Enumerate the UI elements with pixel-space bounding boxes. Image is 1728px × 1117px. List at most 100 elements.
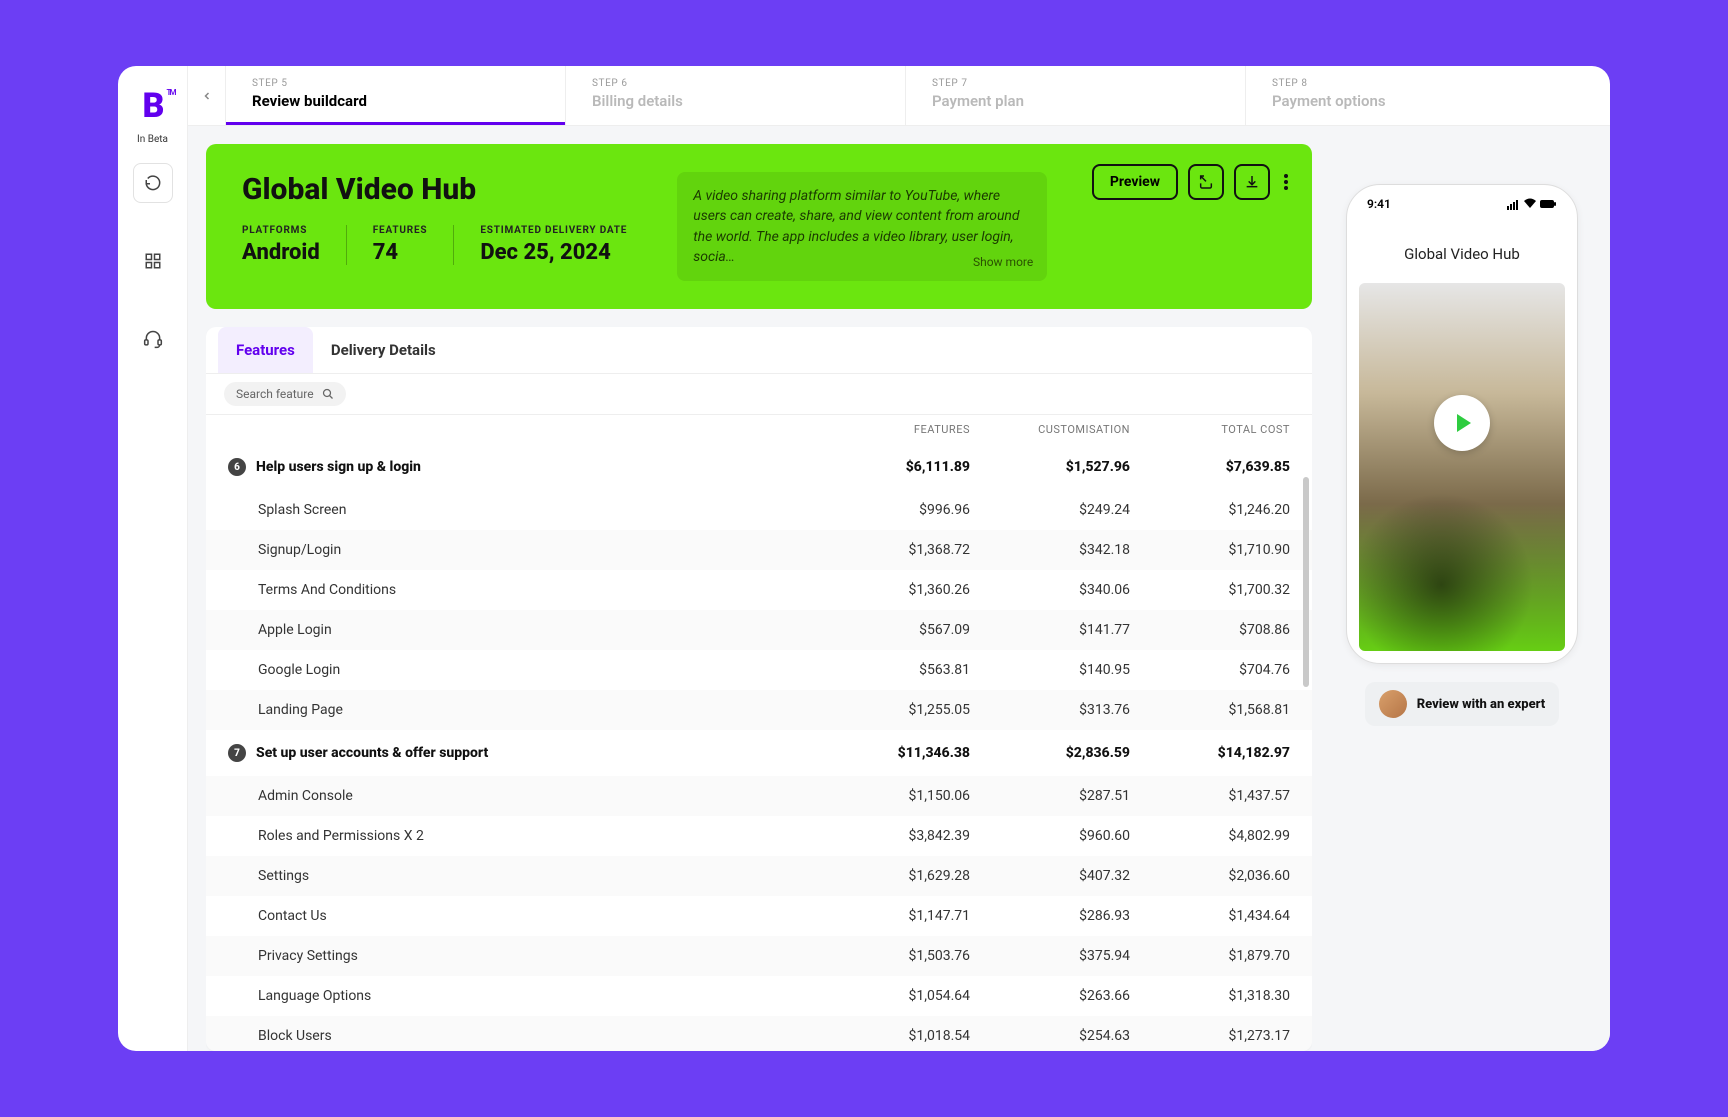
- table-row[interactable]: Google Login $563.81 $140.95 $704.76: [206, 650, 1312, 690]
- row-features: $996.96: [810, 502, 970, 518]
- col-customisation: CUSTOMISATION: [970, 423, 1130, 436]
- group-features-total: $11,346.38: [810, 745, 970, 761]
- table-row[interactable]: Privacy Settings $1,503.76 $375.94 $1,87…: [206, 936, 1312, 976]
- step-review-buildcard[interactable]: STEP 5 Review buildcard: [226, 66, 566, 125]
- row-name: Contact Us: [258, 908, 810, 924]
- tab-delivery-details[interactable]: Delivery Details: [313, 327, 454, 373]
- table-row[interactable]: Roles and Permissions X 2 $3,842.39 $960…: [206, 816, 1312, 856]
- table-header: FEATURES CUSTOMISATION TOTAL COST: [206, 414, 1312, 444]
- step-title: Payment options: [1272, 92, 1560, 110]
- features-panel: Features Delivery Details Search feature…: [206, 327, 1312, 1051]
- phone-status-icons: [1507, 198, 1557, 210]
- hero-card: Global Video Hub PLATFORMS Android FEATU…: [206, 144, 1312, 309]
- undo-icon: [144, 174, 162, 192]
- group-header[interactable]: 7 Set up user accounts & offer support $…: [206, 730, 1312, 776]
- group-title: Set up user accounts & offer support: [256, 745, 810, 761]
- table-row[interactable]: Terms And Conditions $1,360.26 $340.06 $…: [206, 570, 1312, 610]
- group-grand-total: $7,639.85: [1130, 459, 1290, 475]
- table-row[interactable]: Language Options $1,054.64 $263.66 $1,31…: [206, 976, 1312, 1016]
- row-name: Terms And Conditions: [258, 582, 810, 598]
- group-header[interactable]: 6 Help users sign up & login $6,111.89 $…: [206, 444, 1312, 490]
- row-name: Splash Screen: [258, 502, 810, 518]
- step-title: Review buildcard: [252, 92, 539, 110]
- step-payment-options[interactable]: STEP 8 Payment options: [1246, 66, 1586, 125]
- row-custom: $342.18: [970, 542, 1130, 558]
- preview-button[interactable]: Preview: [1092, 164, 1178, 200]
- panel-tabs: Features Delivery Details: [206, 327, 1312, 374]
- support-button[interactable]: [133, 319, 173, 359]
- table-body[interactable]: 6 Help users sign up & login $6,111.89 $…: [206, 444, 1312, 1051]
- row-total: $1,700.32: [1130, 582, 1290, 598]
- stat-platforms: PLATFORMS Android: [242, 225, 320, 265]
- table-row[interactable]: Admin Console $1,150.06 $287.51 $1,437.5…: [206, 776, 1312, 816]
- review-expert-button[interactable]: Review with an expert: [1365, 682, 1559, 726]
- scrollbar-thumb[interactable]: [1303, 477, 1309, 687]
- phone-mockup: 9:41 Global Video Hub: [1346, 184, 1578, 664]
- table-row[interactable]: Block Users $1,018.54 $254.63 $1,273.17: [206, 1016, 1312, 1051]
- search-row: Search feature: [206, 374, 1312, 414]
- step-payment-plan[interactable]: STEP 7 Payment plan: [906, 66, 1246, 125]
- row-features: $567.09: [810, 622, 970, 638]
- main-column: STEP 5 Review buildcard STEP 6 Billing d…: [188, 66, 1610, 1051]
- table-row[interactable]: Landing Page $1,255.05 $313.76 $1,568.81: [206, 690, 1312, 730]
- search-input[interactable]: Search feature: [224, 382, 346, 406]
- grid-icon: [144, 252, 162, 270]
- step-title: Payment plan: [932, 92, 1219, 110]
- chevron-left-icon: [201, 90, 213, 102]
- row-custom: $249.24: [970, 502, 1130, 518]
- download-button[interactable]: [1234, 164, 1270, 200]
- grid-button[interactable]: [133, 241, 173, 281]
- row-features: $3,842.39: [810, 828, 970, 844]
- row-name: Roles and Permissions X 2: [258, 828, 810, 844]
- step-number: STEP 8: [1272, 78, 1560, 89]
- row-total: $704.76: [1130, 662, 1290, 678]
- step-billing-details[interactable]: STEP 6 Billing details: [566, 66, 906, 125]
- table-row[interactable]: Splash Screen $996.96 $249.24 $1,246.20: [206, 490, 1312, 530]
- stat-delivery: ESTIMATED DELIVERY DATE Dec 25, 2024: [453, 225, 627, 265]
- share-button[interactable]: [1188, 164, 1224, 200]
- hero-stats: PLATFORMS Android FEATURES 74 ESTIMATED …: [242, 225, 627, 265]
- row-custom: $960.60: [970, 828, 1130, 844]
- group-count-badge: 6: [228, 458, 246, 476]
- step-number: STEP 5: [252, 78, 539, 89]
- row-features: $563.81: [810, 662, 970, 678]
- group-features-total: $6,111.89: [810, 459, 970, 475]
- table-row[interactable]: Contact Us $1,147.71 $286.93 $1,434.64: [206, 896, 1312, 936]
- row-total: $1,318.30: [1130, 988, 1290, 1004]
- right-pane: 9:41 Global Video Hub Review with an exp…: [1332, 144, 1592, 1051]
- play-button[interactable]: [1434, 395, 1490, 451]
- col-features: FEATURES: [810, 423, 970, 436]
- row-features: $1,147.71: [810, 908, 970, 924]
- row-custom: $313.76: [970, 702, 1130, 718]
- row-total: $708.86: [1130, 622, 1290, 638]
- stat-features: FEATURES 74: [346, 225, 428, 265]
- row-custom: $286.93: [970, 908, 1130, 924]
- show-more-link[interactable]: Show more: [973, 254, 1033, 271]
- group-count-badge: 7: [228, 744, 246, 762]
- row-total: $1,568.81: [1130, 702, 1290, 718]
- description-box: A video sharing platform similar to YouT…: [677, 172, 1047, 281]
- phone-time: 9:41: [1367, 197, 1391, 211]
- row-custom: $287.51: [970, 788, 1130, 804]
- undo-button[interactable]: [133, 163, 173, 203]
- row-custom: $407.32: [970, 868, 1130, 884]
- dots-vertical-icon: [1284, 174, 1288, 190]
- row-name: Privacy Settings: [258, 948, 810, 964]
- row-total: $1,246.20: [1130, 502, 1290, 518]
- table-row[interactable]: Signup/Login $1,368.72 $342.18 $1,710.90: [206, 530, 1312, 570]
- project-title: Global Video Hub: [242, 172, 627, 207]
- logo-letter: BTM: [143, 86, 163, 126]
- row-custom: $340.06: [970, 582, 1130, 598]
- table-row[interactable]: Settings $1,629.28 $407.32 $2,036.60: [206, 856, 1312, 896]
- group-custom-total: $1,527.96: [970, 459, 1130, 475]
- more-menu-button[interactable]: [1280, 174, 1292, 190]
- tab-features[interactable]: Features: [218, 327, 313, 373]
- content-area: Global Video Hub PLATFORMS Android FEATU…: [188, 126, 1610, 1051]
- row-custom: $140.95: [970, 662, 1130, 678]
- row-name: Block Users: [258, 1028, 810, 1044]
- table-row[interactable]: Apple Login $567.09 $141.77 $708.86: [206, 610, 1312, 650]
- back-button[interactable]: [188, 66, 226, 125]
- step-title: Billing details: [592, 92, 879, 110]
- step-number: STEP 7: [932, 78, 1219, 89]
- group-grand-total: $14,182.97: [1130, 745, 1290, 761]
